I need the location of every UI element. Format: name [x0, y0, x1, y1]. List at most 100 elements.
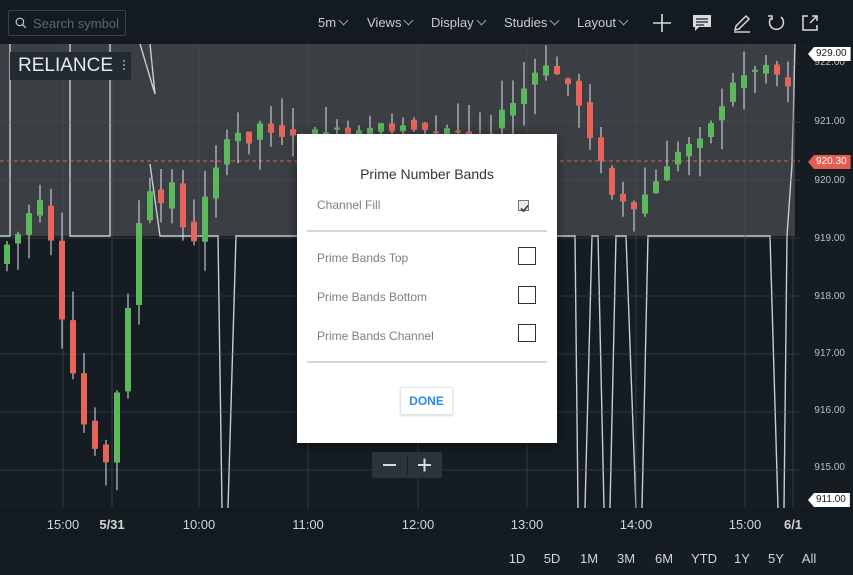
candle-body — [125, 307, 131, 392]
minus-icon — [383, 464, 396, 466]
top-toolbar: 5m Views Display Studies Layout — [0, 0, 853, 46]
zoom-out-button[interactable] — [372, 452, 407, 478]
candle-body — [246, 131, 252, 144]
range-1m[interactable]: 1M — [580, 551, 598, 566]
range-1y[interactable]: 1Y — [734, 551, 750, 566]
candle-body — [180, 183, 186, 228]
prime-bands-channel-checkbox[interactable] — [518, 324, 536, 342]
plus-icon — [418, 458, 431, 472]
band-bottom-value-tag: 911.00 — [808, 493, 850, 507]
candle-body — [455, 130, 461, 133]
candle-body — [235, 132, 241, 142]
candle-body — [81, 373, 87, 425]
y-axis-label: 921.00 — [814, 116, 845, 127]
range-5d[interactable]: 5D — [544, 551, 561, 566]
x-axis-label: 5/31 — [99, 517, 125, 532]
candle-body — [565, 78, 571, 85]
x-axis-label: 11:00 — [292, 517, 324, 532]
band-top-value: 929.00 — [816, 48, 847, 59]
candle-body — [664, 166, 670, 181]
views-label: Views — [367, 15, 402, 30]
candle-body — [290, 129, 296, 136]
y-axis-label: 916.00 — [814, 405, 845, 416]
chevron-down-icon — [549, 15, 560, 26]
prime-bands-top-label: Prime Bands Top — [317, 251, 409, 265]
prime-band-lower-fill — [0, 44, 10, 236]
y-axis-label: 918.00 — [814, 291, 845, 302]
y-axis-label: 920.00 — [814, 175, 845, 186]
range-5y[interactable]: 5Y — [768, 551, 784, 566]
candle-body — [224, 139, 230, 165]
interval-label: 5m — [318, 15, 337, 30]
dialog-divider — [307, 230, 547, 232]
candle-body — [268, 123, 274, 133]
candle-body — [169, 182, 175, 209]
layout-menu[interactable]: Layout — [577, 15, 629, 30]
zoom-controls — [372, 452, 442, 478]
candle-body — [774, 64, 780, 75]
channel-fill-checkbox[interactable] — [518, 200, 529, 213]
interval-dropdown[interactable]: 5m — [318, 15, 349, 30]
y-axis-label: 915.00 — [814, 462, 845, 473]
search-input[interactable] — [31, 14, 125, 32]
crosshair-icon[interactable] — [651, 12, 673, 34]
candle-body — [202, 196, 208, 242]
candle-body — [400, 125, 406, 132]
chevron-down-icon — [476, 15, 487, 26]
channel-fill-label: Channel Fill — [317, 198, 381, 212]
candle-body — [213, 167, 219, 199]
symbol-legend[interactable]: RELIANCE — [10, 52, 132, 80]
candle-body — [719, 106, 725, 121]
range-all[interactable]: All — [802, 551, 816, 566]
range-1d[interactable]: 1D — [509, 551, 526, 566]
checkmark-icon — [520, 204, 529, 213]
candle-body — [411, 119, 417, 130]
search-box[interactable] — [8, 10, 126, 36]
range-6m[interactable]: 6M — [655, 551, 673, 566]
views-menu[interactable]: Views — [367, 15, 414, 30]
current-price-tag: 920.30 — [808, 155, 851, 169]
x-axis-label: 15:00 — [728, 517, 762, 532]
band-bottom-value: 911.00 — [816, 494, 846, 505]
undo-icon[interactable] — [765, 12, 787, 34]
candle-body — [653, 181, 659, 194]
candle-body — [37, 199, 43, 216]
display-menu[interactable]: Display — [431, 15, 487, 30]
range-selector: 1D 5D 1M 3M 6M YTD 1Y 5Y All — [0, 538, 853, 575]
zoom-in-button[interactable] — [407, 452, 442, 478]
candle-body — [510, 102, 516, 116]
candle-body — [642, 194, 648, 214]
prime-bands-top-checkbox[interactable] — [518, 247, 536, 265]
candle-body — [576, 80, 582, 106]
x-axis-label: 14:00 — [619, 517, 653, 532]
share-icon[interactable] — [799, 12, 821, 34]
prime-bands-bottom-checkbox[interactable] — [518, 286, 536, 304]
chevron-down-icon — [618, 15, 629, 26]
candle-body — [763, 65, 769, 74]
more-options-icon[interactable] — [123, 58, 126, 72]
comment-icon[interactable] — [691, 12, 713, 34]
candle-body — [609, 167, 615, 195]
prime-bands-channel-label: Prime Bands Channel — [317, 329, 434, 343]
display-label: Display — [431, 15, 474, 30]
symbol-name: RELIANCE — [18, 55, 114, 76]
band-top-value-tag: 929.00 — [808, 47, 851, 61]
range-ytd[interactable]: YTD — [691, 551, 717, 566]
x-axis-label: 12:00 — [401, 517, 435, 532]
y-axis-label: 917.00 — [814, 348, 845, 359]
candle-body — [70, 320, 76, 374]
candle-body — [48, 205, 54, 241]
y-axis-label: 919.00 — [814, 233, 845, 244]
candle-body — [147, 191, 153, 221]
candle-body — [114, 392, 120, 463]
candle-body — [708, 123, 714, 138]
range-3m[interactable]: 3M — [617, 551, 635, 566]
x-axis-label: 6/1 — [783, 517, 803, 532]
studies-menu[interactable]: Studies — [504, 15, 560, 30]
draw-pencil-icon[interactable] — [731, 12, 753, 34]
candle-body — [389, 123, 395, 132]
x-axis-label: 15:00 — [46, 517, 80, 532]
candle-body — [136, 223, 142, 306]
done-button[interactable]: DONE — [400, 387, 453, 415]
candle-body — [675, 151, 681, 165]
